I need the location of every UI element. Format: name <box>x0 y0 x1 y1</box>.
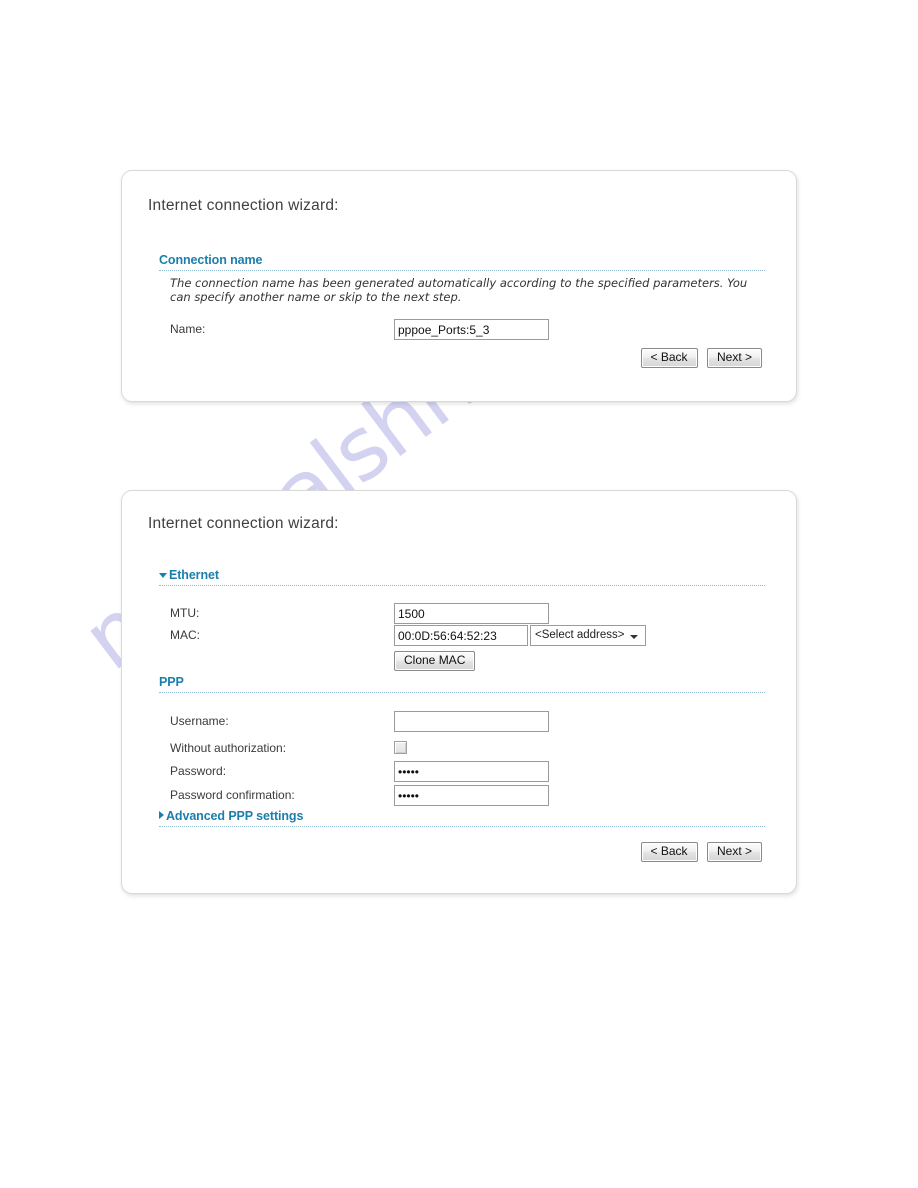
clone-mac-button[interactable]: Clone MAC <box>394 651 476 671</box>
back-button[interactable]: < Back <box>640 842 698 862</box>
mac-input[interactable] <box>394 625 528 646</box>
row-mac: MAC: <Select address> <box>170 625 770 647</box>
field-col-password-confirmation <box>394 785 549 806</box>
row-username: Username: <box>170 711 770 733</box>
field-col-mac: <Select address> <box>394 625 646 646</box>
mac-address-select-value: <Select address> <box>535 629 625 641</box>
page-title: Internet connection wizard: <box>148 515 339 532</box>
without-authorization-checkbox[interactable] <box>394 741 407 754</box>
username-input[interactable] <box>394 711 549 732</box>
back-button[interactable]: < Back <box>640 348 698 368</box>
section-connection-name: Connection name <box>159 253 765 271</box>
mac-address-select[interactable]: <Select address> <box>530 625 646 646</box>
section-ethernet[interactable]: Ethernet <box>159 568 765 586</box>
section-ppp[interactable]: PPP <box>159 675 765 693</box>
field-col-mtu <box>394 603 549 624</box>
name-input[interactable] <box>394 319 549 340</box>
section-label-advanced-ppp-settings: Advanced PPP settings <box>166 809 304 823</box>
label-without-authorization: Without authorization: <box>170 741 287 755</box>
row-mtu: MTU: <box>170 603 770 625</box>
field-col-without-authorization <box>394 741 407 759</box>
connection-name-hint: The connection name has been generated a… <box>170 276 748 304</box>
password-input[interactable] <box>394 761 549 782</box>
field-col-clone-mac: Clone MAC <box>394 651 476 671</box>
row-password-confirmation: Password confirmation: <box>170 785 770 807</box>
chevron-right-icon[interactable] <box>159 811 164 819</box>
section-header-advanced-ppp-settings[interactable]: Advanced PPP settings <box>159 809 765 827</box>
wizard-nav-buttons-top: < Back Next > <box>636 348 762 368</box>
label-username: Username: <box>170 714 229 728</box>
label-password: Password: <box>170 764 227 778</box>
row-password: Password: <box>170 761 770 783</box>
mtu-input[interactable] <box>394 603 549 624</box>
field-col-username <box>394 711 549 732</box>
field-col-password <box>394 761 549 782</box>
connection-name-wizard-panel: Internet connection wizard: Connection n… <box>121 170 797 402</box>
next-button[interactable]: Next > <box>706 348 762 368</box>
section-advanced-ppp-settings[interactable]: Advanced PPP settings <box>159 809 765 827</box>
label-mac: MAC: <box>170 628 200 642</box>
wizard-nav-buttons-bottom: < Back Next > <box>636 842 762 862</box>
section-label-ethernet: Ethernet <box>169 568 219 582</box>
row-connection-name: Name: <box>170 319 770 341</box>
ethernet-ppp-wizard-panel: Internet connection wizard: Ethernet MTU… <box>121 490 797 894</box>
label-password-confirmation: Password confirmation: <box>170 788 295 802</box>
page-title: Internet connection wizard: <box>148 197 339 214</box>
row-clone-mac: Clone MAC <box>170 651 770 673</box>
next-button[interactable]: Next > <box>706 842 762 862</box>
chevron-down-icon[interactable] <box>630 635 638 639</box>
section-header-connection-name: Connection name <box>159 253 765 271</box>
section-header-ppp[interactable]: PPP <box>159 675 765 693</box>
password-confirmation-input[interactable] <box>394 785 549 806</box>
section-header-ethernet[interactable]: Ethernet <box>159 568 765 586</box>
row-without-authorization: Without authorization: <box>170 738 770 760</box>
label-mtu: MTU: <box>170 606 200 620</box>
section-label-ppp: PPP <box>159 675 184 689</box>
label-name: Name: <box>170 322 206 336</box>
section-label-connection-name: Connection name <box>159 253 263 267</box>
chevron-down-icon[interactable] <box>159 573 167 578</box>
field-col-name <box>394 319 549 340</box>
